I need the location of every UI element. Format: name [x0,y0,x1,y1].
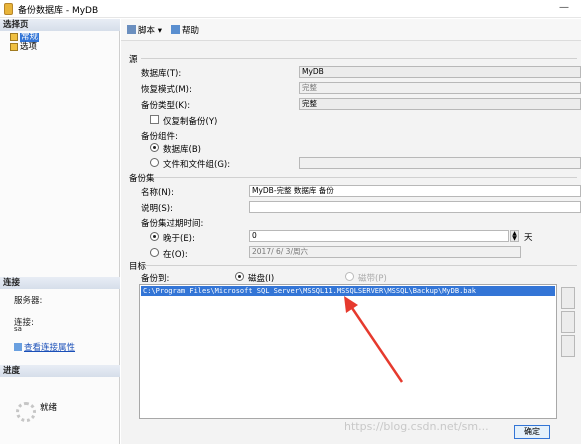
ok-button[interactable]: 确定 [514,425,550,439]
watermark: https://blog.csdn.net/sm... [344,420,489,433]
annotation-arrow [344,296,404,383]
